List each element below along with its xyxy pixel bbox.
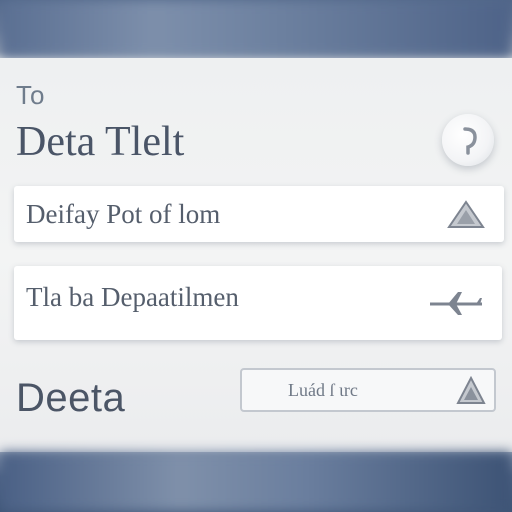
first-field[interactable]: Deifay Pot of lom	[14, 186, 504, 242]
footer-label: Deeta	[16, 376, 126, 420]
page-title: Deta Tlelt	[16, 119, 185, 165]
airplane-icon[interactable]	[428, 288, 484, 318]
second-field-value: Tla ba Depaatilmen	[26, 282, 239, 312]
header-small-label: To	[16, 80, 46, 110]
footer-input-value: Luád ſ ɩrc	[288, 380, 358, 400]
footer-input[interactable]: Luád ſ ɩrc	[240, 368, 496, 412]
warning-triangle-icon[interactable]	[456, 376, 486, 406]
info-button[interactable]	[442, 114, 494, 166]
second-field[interactable]: Tla ba Depaatilmen	[14, 266, 502, 340]
background-top	[0, 0, 512, 58]
first-field-value: Deifay Pot of lom	[26, 199, 221, 229]
warning-triangle-icon[interactable]	[446, 200, 486, 230]
background-bottom	[0, 452, 512, 512]
info-icon	[463, 127, 477, 155]
